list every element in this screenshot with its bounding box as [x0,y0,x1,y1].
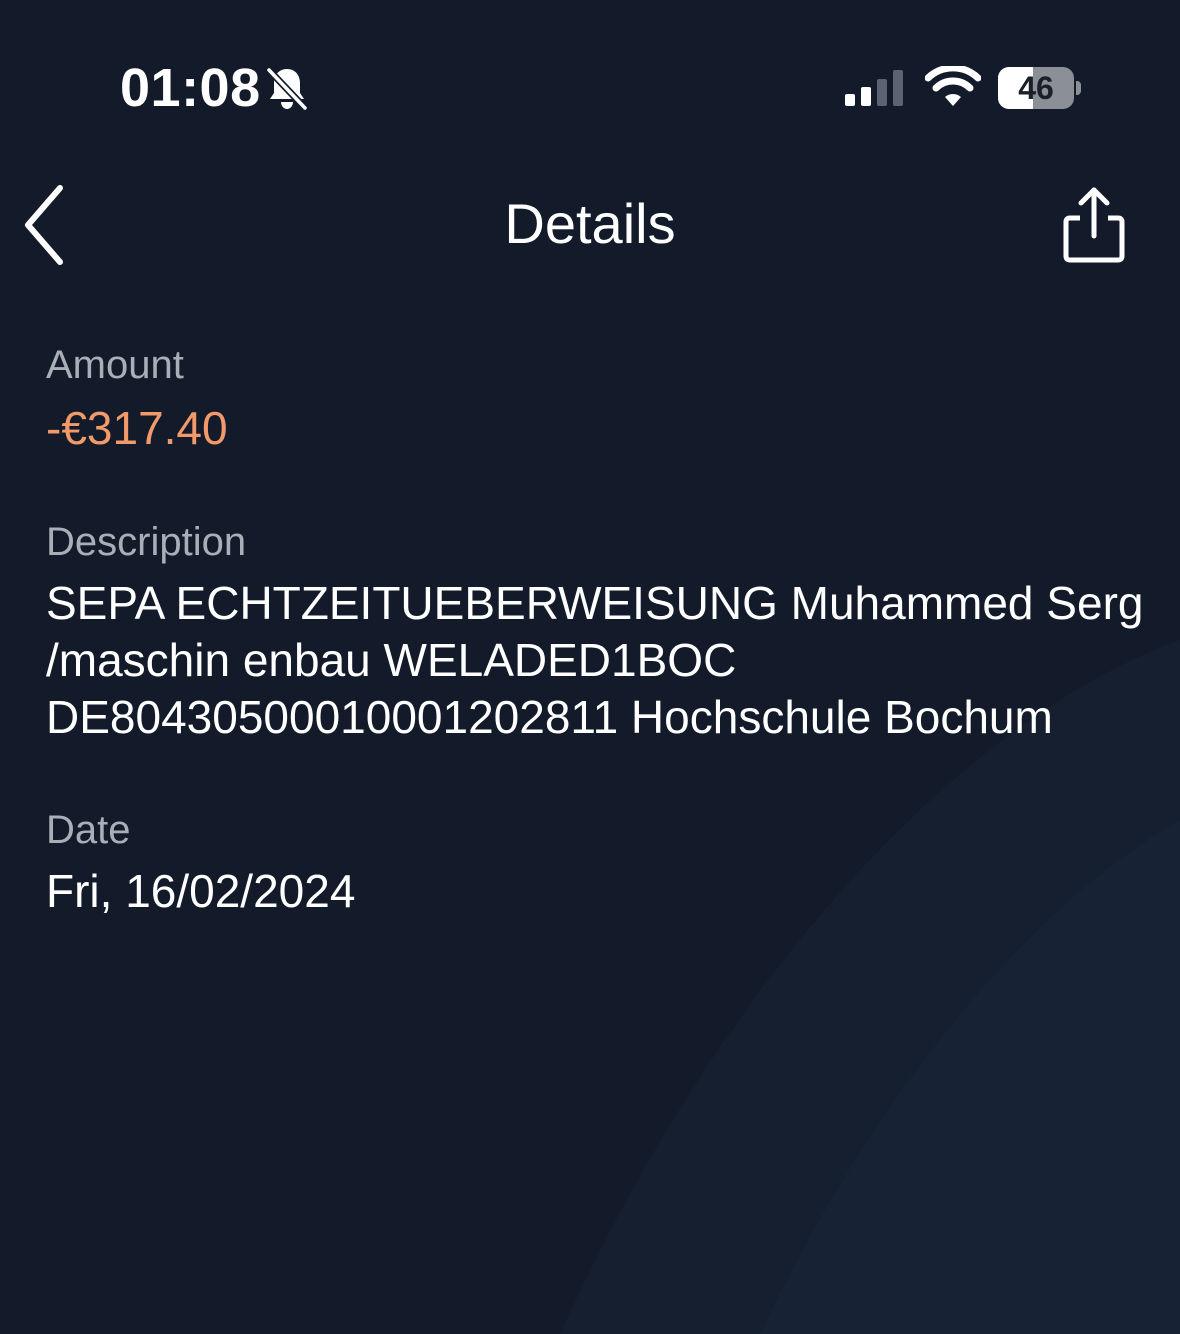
description-value: SEPA ECHTZEITUEBERWEISUNG Muhammed Serg … [46,577,1144,743]
description-label: Description [46,520,247,564]
description-field: Description SEPA ECHTZEITUEBERWEISUNG Mu… [46,519,1146,746]
cellular-signal-icon [845,70,903,106]
amount-value: -€317.40 [46,402,228,454]
battery-percentage: 46 [1018,70,1054,106]
battery-icon: 46 [998,67,1082,109]
date-field: Date Fri, 16/02/2024 [46,807,1146,920]
bell-slash-icon [266,66,308,112]
share-icon [1063,187,1125,263]
wifi-icon [925,66,981,106]
share-button[interactable] [1052,180,1138,272]
date-value: Fri, 16/02/2024 [46,865,356,917]
page-title: Details [504,192,676,255]
amount-label: Amount [46,343,184,387]
status-time: 01:08 [120,58,261,118]
status-bar: 01:08 46 [0,0,1180,160]
navigation-bar: Details [0,170,1180,280]
date-label: Date [46,808,131,852]
amount-field: Amount -€317.40 [46,342,1146,457]
